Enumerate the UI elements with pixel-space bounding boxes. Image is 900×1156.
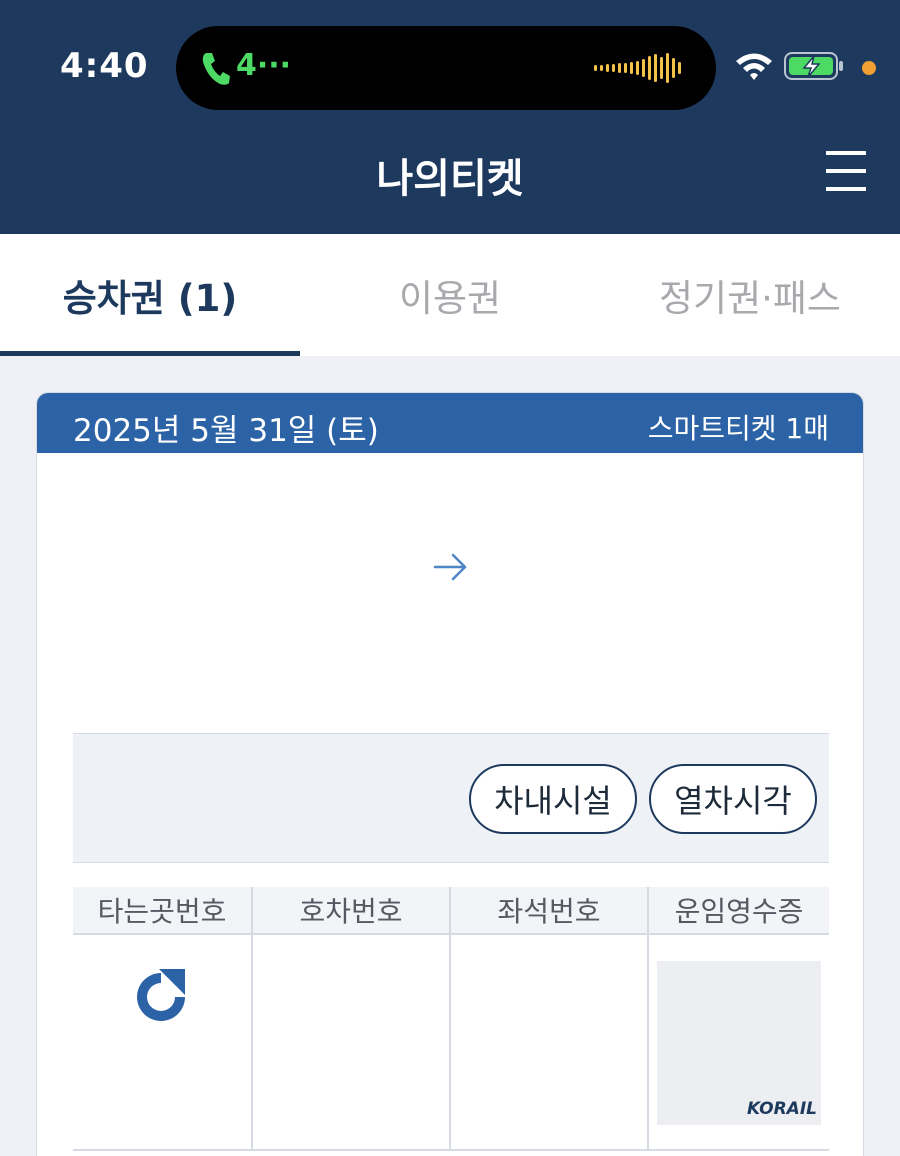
tab-season-pass[interactable]: 정기권·패스 <box>600 234 900 356</box>
top-bar: 4:40 4··· 나의티켓 <box>0 0 900 234</box>
train-info-panel: 차내시설 열차시각 <box>73 733 829 863</box>
refresh-icon[interactable] <box>129 965 193 1029</box>
privacy-indicator-dot <box>862 61 876 75</box>
status-time: 4:40 <box>60 46 149 86</box>
column-header-platform: 타는곳번호 <box>73 887 251 935</box>
ticket-details-grid: 타는곳번호 호차번호 좌석번호 운임영수증 KORAIL <box>73 887 829 1151</box>
ticket-card: 2025년 5월 31일 (토) 스마트티켓 1매 차내시설 열차시각 타는곳번… <box>36 392 864 1156</box>
hamburger-menu-icon <box>826 151 866 155</box>
menu-button[interactable] <box>818 146 872 196</box>
fare-receipt-thumbnail[interactable]: KORAIL <box>657 961 821 1125</box>
car-column: 호차번호 <box>253 887 451 1151</box>
battery-charging-icon <box>784 52 843 80</box>
receipt-column: 운임영수증 KORAIL <box>649 887 829 1151</box>
korail-logo: KORAIL <box>747 1099 817 1119</box>
column-header-receipt: 운임영수증 <box>649 887 829 935</box>
ticket-card-header: 2025년 5월 31일 (토) 스마트티켓 1매 <box>37 393 863 453</box>
ticket-type: 스마트티켓 1매 <box>647 412 829 445</box>
arrow-right-icon <box>433 553 467 581</box>
column-header-car: 호차번호 <box>253 887 449 935</box>
call-indicator: 4··· <box>236 48 292 83</box>
ticket-date: 2025년 5월 31일 (토) <box>73 413 379 449</box>
facilities-button[interactable]: 차내시설 <box>469 764 637 834</box>
column-header-seat: 좌석번호 <box>451 887 647 935</box>
seat-column: 좌석번호 <box>451 887 649 1151</box>
timetable-button[interactable]: 열차시각 <box>649 764 817 834</box>
page-title: 나의티켓 <box>376 156 524 202</box>
tab-usage-pass[interactable]: 이용권 <box>300 234 600 356</box>
audio-wave-icon <box>594 53 681 83</box>
dynamic-island[interactable]: 4··· <box>176 26 716 110</box>
ticket-tabs: 승차권 (1) 이용권 정기권·패스 <box>0 234 900 356</box>
platform-column: 타는곳번호 <box>73 887 253 1151</box>
wifi-icon <box>736 53 772 80</box>
tab-boarding-pass[interactable]: 승차권 (1) <box>0 234 300 356</box>
phone-icon <box>202 53 230 85</box>
